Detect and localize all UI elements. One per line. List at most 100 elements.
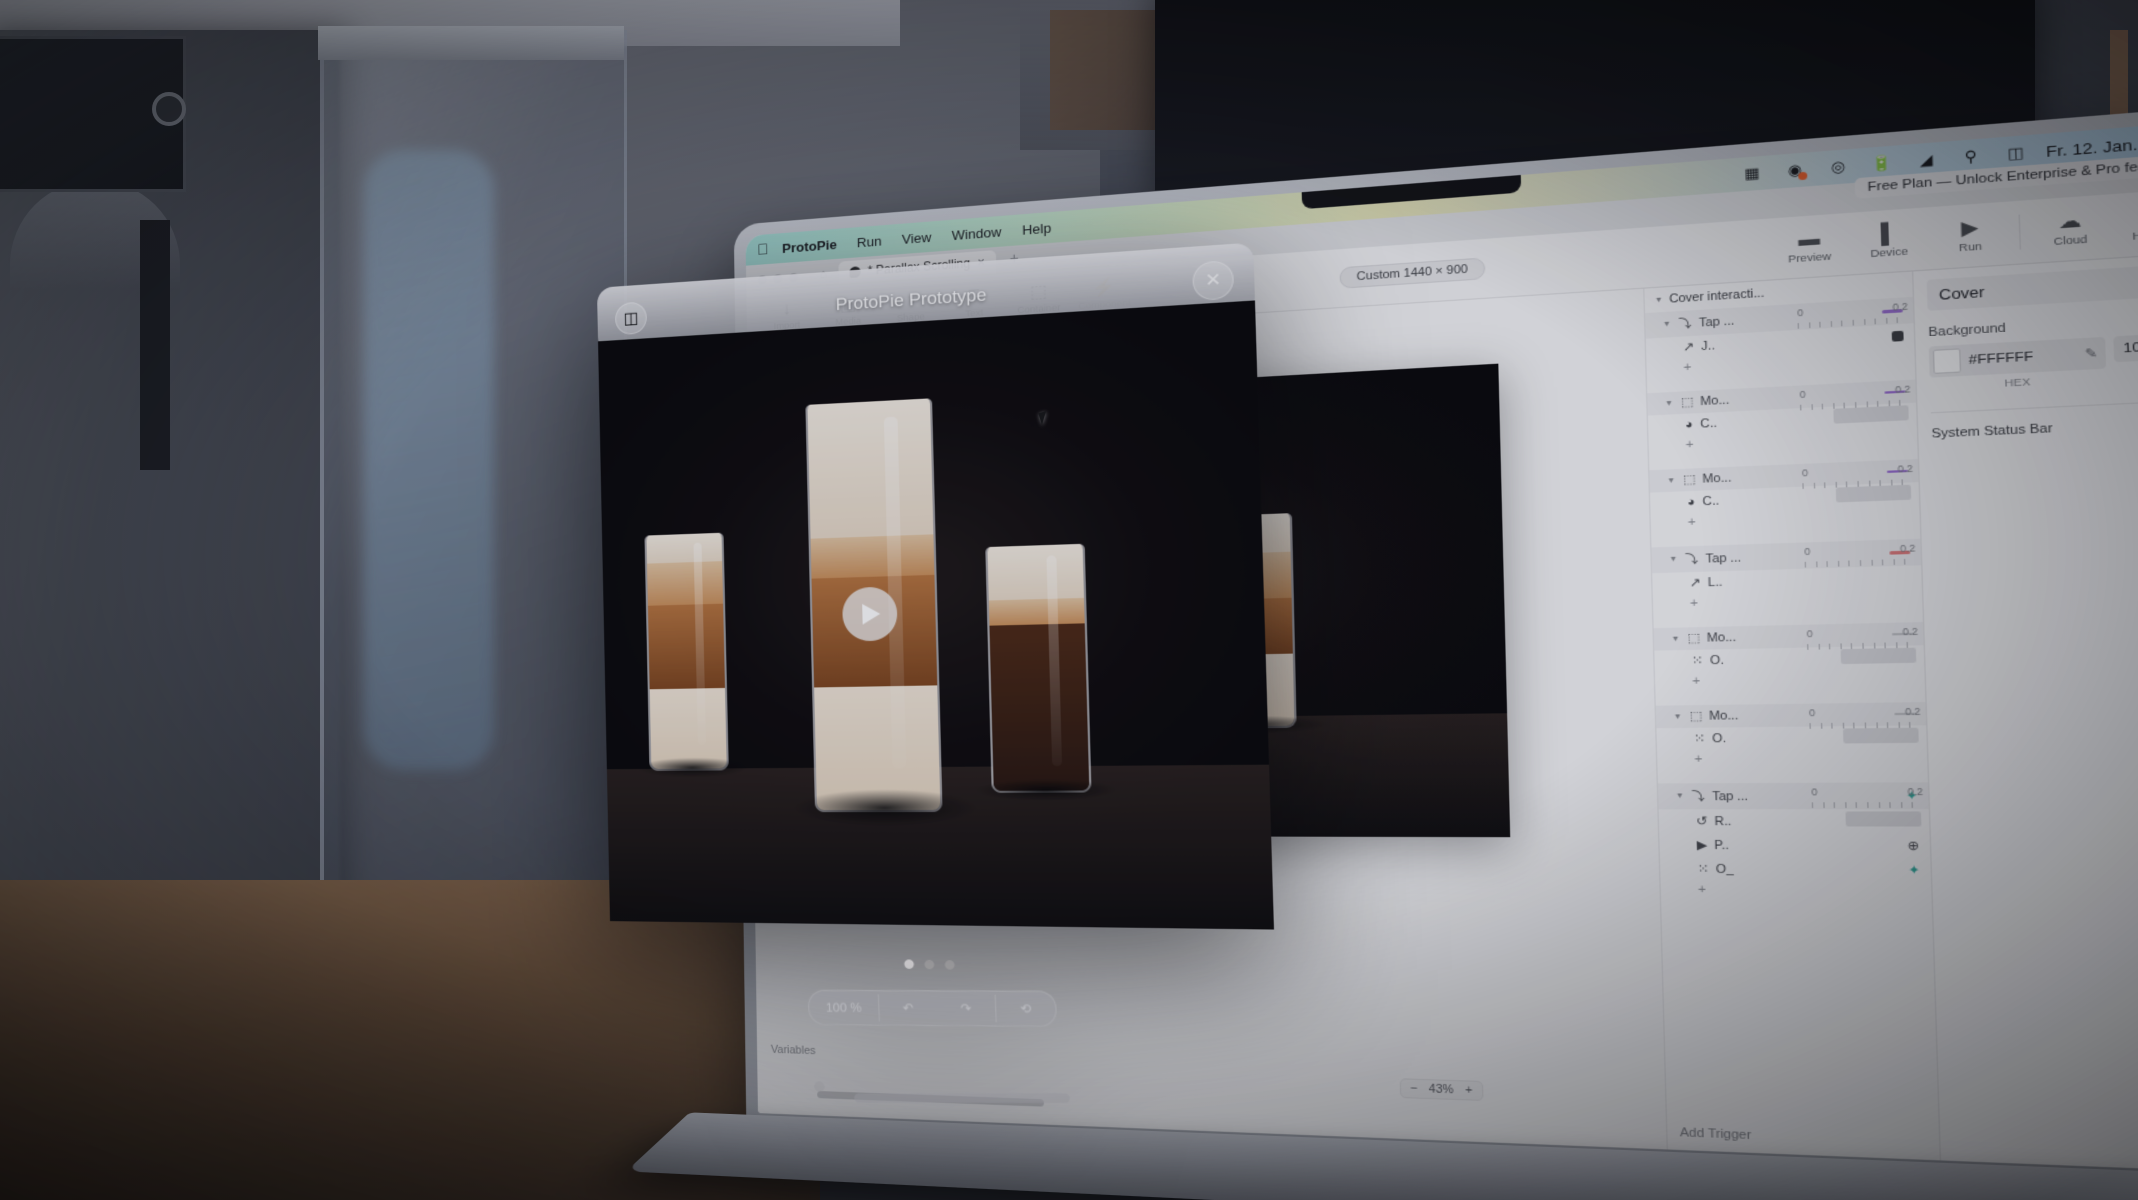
reload-icon[interactable]: ⟲ xyxy=(996,992,1057,1026)
overlay-window-handle[interactable] xyxy=(853,1093,1070,1103)
timeline-track-bar[interactable] xyxy=(1840,647,1917,665)
fill-caption: Fill xyxy=(2114,361,2138,378)
toolbar-label-run: Run xyxy=(1958,240,1983,255)
add-response-button[interactable]: + xyxy=(1661,880,1932,905)
screen-record-icon[interactable]: ◎ xyxy=(1827,157,1849,177)
response-row[interactable]: ⁙ O_ ✦ xyxy=(1660,857,1931,883)
handoff-icon: ‹/› xyxy=(2112,201,2138,229)
panel-toggle-icon[interactable]: ◫ xyxy=(614,301,648,336)
opacity-icon: ⁙ xyxy=(1691,654,1703,668)
layer-dark-coffee xyxy=(989,622,1090,792)
chevron-down-icon[interactable]: ▼ xyxy=(1667,476,1676,484)
properties-title: Cover xyxy=(1926,262,2138,311)
move-icon: ⬚ xyxy=(1687,631,1700,646)
ruler-start: 0 xyxy=(1811,786,1818,798)
interaction-panel-title: Cover interacti... xyxy=(1668,286,1765,307)
toolbar-button-preview[interactable]: ▬ Preview xyxy=(1770,225,1850,267)
menu-bar-clock[interactable]: Fr. 12. Jan. 12:50 xyxy=(2046,131,2138,160)
glass-body xyxy=(644,532,729,772)
ruler-start: 0 xyxy=(1808,706,1816,719)
glass-shadow xyxy=(792,788,980,827)
opacity-icon: ⁙ xyxy=(1697,862,1709,876)
overlay-zoom-label[interactable]: 100 % xyxy=(809,991,880,1025)
hex-color-field[interactable]: #FFFFFF ✎ xyxy=(1928,336,2107,378)
battery-charging-icon[interactable]: 🔋 xyxy=(1871,154,1893,173)
timeline-track-bar[interactable] xyxy=(1842,727,1919,744)
zoom-control[interactable]: − 43% + xyxy=(1399,1078,1484,1101)
timeline-ruler: 0 0.2 xyxy=(1811,786,1923,798)
toolbar-button-run[interactable]: ▶ Run xyxy=(1929,214,2012,256)
glass-body xyxy=(985,544,1092,794)
color-icon: ◕ xyxy=(1684,417,1694,432)
prototype-glass-1[interactable] xyxy=(636,532,749,779)
menu-item-protopie[interactable]: ProtoPie xyxy=(782,236,837,255)
zoom-out-button[interactable]: − xyxy=(1410,1082,1417,1095)
control-center-icon[interactable]: ◫ xyxy=(2004,144,2027,163)
interaction-group: ▼⤵Tap ...✦00.2↺R..✦▶P..⊕⁙O_✦+ xyxy=(1657,782,1932,906)
eyedropper-icon[interactable]: ✎ xyxy=(2085,345,2106,362)
interaction-group-list: ▼ ⤵ Tap ... 0 0.2 ↗ J.. + ▼ ⬚ Mo... 0 0.2 ◕ C.. + ▼ ⬚ Mo..… xyxy=(1645,296,1932,906)
toolbar-label-cloud: Cloud xyxy=(2053,233,2088,249)
color-icon: ◕ xyxy=(1687,495,1696,510)
zoom-value: 43% xyxy=(1428,1082,1454,1097)
overlay-viewport[interactable] xyxy=(598,300,1274,930)
toolbar-button-cloud[interactable]: ☁ Cloud xyxy=(2028,207,2113,250)
device-size-pill[interactable]: Custom 1440 × 900 xyxy=(1339,257,1486,289)
glass-cabinet-top xyxy=(318,26,624,60)
prototype-overlay-window: ◫ ProtoPie Prototype ✕ 100 % ↶ ↷ ⟲ xyxy=(596,242,1274,1103)
timeline-track-bar[interactable] xyxy=(1835,484,1912,503)
close-icon[interactable]: ✕ xyxy=(1192,259,1235,302)
menu-item-view[interactable]: View xyxy=(902,229,932,246)
timeline-track-bar[interactable] xyxy=(1845,811,1922,827)
wifi-icon[interactable]: ◢ xyxy=(1915,151,1938,170)
apple-icon[interactable]:  xyxy=(757,241,768,259)
prototype-page-dots[interactable] xyxy=(904,959,955,970)
ruler-start: 0 xyxy=(1806,627,1813,640)
hex-value[interactable]: #FFFFFF xyxy=(1968,347,2085,367)
chevron-down-icon[interactable]: ▼ xyxy=(1654,296,1663,304)
add-response-button[interactable]: + xyxy=(1655,668,1925,695)
opacity-icon: ⁙ xyxy=(1693,732,1706,746)
add-response-button[interactable]: + xyxy=(1657,749,1928,774)
chevron-down-icon[interactable]: ▼ xyxy=(1673,713,1682,721)
search-icon[interactable]: ⚲ xyxy=(1959,147,1982,166)
record-icon[interactable]: ◉ xyxy=(1784,161,1808,180)
prototype-glass-3[interactable] xyxy=(974,544,1119,802)
ruler-end: 0.2 xyxy=(1899,542,1916,555)
ruler-start: 0 xyxy=(1797,306,1804,319)
ruler-start: 0 xyxy=(1804,545,1811,558)
chevron-down-icon[interactable]: ▼ xyxy=(1669,556,1678,564)
chevron-down-icon[interactable]: ▼ xyxy=(1671,635,1680,643)
zoom-in-button[interactable]: + xyxy=(1465,1084,1473,1098)
target-icon: ⊕ xyxy=(1907,839,1920,854)
system-status-bar-label: System Status Bar xyxy=(1931,421,2053,442)
keyframe-square xyxy=(1891,330,1904,342)
toolbar-label-preview: Preview xyxy=(1788,250,1832,266)
undo-icon[interactable]: ↶ xyxy=(879,991,938,1025)
menu-item-run[interactable]: Run xyxy=(857,233,882,250)
menu-item-window[interactable]: Window xyxy=(952,224,1002,243)
variables-label[interactable]: Variables xyxy=(771,1044,816,1058)
color-swatch[interactable] xyxy=(1932,348,1962,375)
chevron-down-icon[interactable]: ▼ xyxy=(1662,320,1671,328)
overlay-page-dot-3[interactable] xyxy=(944,960,955,970)
toolbar-button-device[interactable]: ▌ Device xyxy=(1848,220,1929,262)
menu-item-help[interactable]: Help xyxy=(1022,220,1051,238)
machine-stand xyxy=(140,220,170,470)
figma-icon[interactable]: ▦ xyxy=(1741,164,1763,182)
chevron-down-icon[interactable]: ▼ xyxy=(1675,792,1684,800)
toolbar-label-device: Device xyxy=(1870,245,1909,261)
redo-icon[interactable]: ↷ xyxy=(936,991,996,1025)
toolbar-button-handoff[interactable]: ‹/› Handoff xyxy=(2112,201,2138,244)
fill-opacity-field[interactable]: 100 xyxy=(2113,331,2138,363)
overlay-page-dot-2[interactable] xyxy=(924,959,935,970)
layer-foam xyxy=(646,532,722,564)
timeline-ruler: 0 0.2 xyxy=(1807,626,1919,640)
chevron-down-icon[interactable]: ▼ xyxy=(1665,399,1674,407)
add-trigger-button[interactable]: Add Trigger xyxy=(1680,1126,1752,1142)
overlay-control-bar: 100 % ↶ ↷ ⟲ xyxy=(807,989,1058,1028)
ruler-end: 0.2 xyxy=(1892,300,1909,313)
overlay-page-dot-1[interactable] xyxy=(904,959,914,969)
ruler-end: 0.2 xyxy=(1902,625,1919,638)
response-row[interactable]: ▶ P.. ⊕ xyxy=(1659,833,1930,858)
